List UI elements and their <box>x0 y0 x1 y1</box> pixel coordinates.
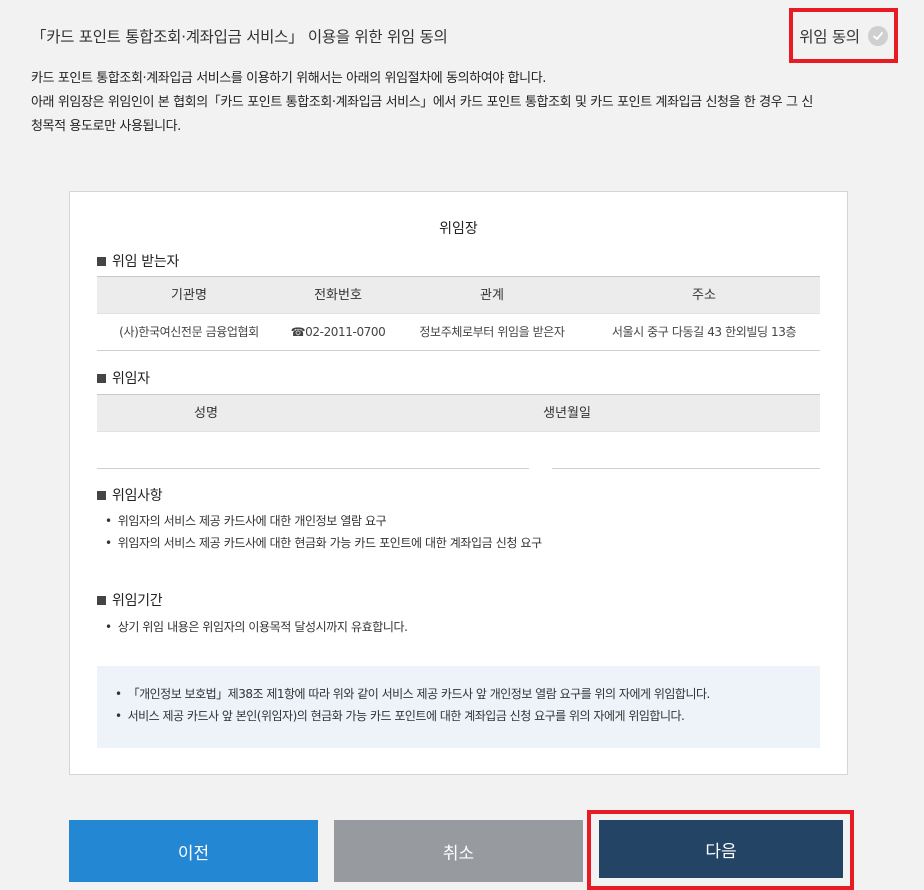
section-grantor-heading: 위임자 <box>97 368 150 388</box>
column-header: 생년월일 <box>543 406 591 421</box>
recipient-phone-number: 02-2011-0700 <box>305 325 386 339</box>
list-item: 위임자의 서비스 제공 카드사에 대한 현금화 가능 카드 포인트에 대한 계좌… <box>105 532 542 554</box>
page-title: 「카드 포인트 통합조회·계좌입금 서비스」 이용을 위한 위임 동의 <box>31 28 448 46</box>
section-grantor-heading-text: 위임자 <box>112 371 150 387</box>
power-of-attorney-document: 위임장 위임 받는자 기관명 전화번호 관계 주소 (사)한국여신전문 금융업협… <box>69 191 848 775</box>
list-item: 「개인정보 보호법」제38조 제1항에 따라 위와 같이 서비스 제공 카드사 … <box>115 683 820 705</box>
matters-list: 위임자의 서비스 제공 카드사에 대한 개인정보 열람 요구 위임자의 서비스 … <box>105 510 542 554</box>
recipient-org: (사)한국여신전문 금융업협회 <box>119 325 259 339</box>
description: 카드 포인트 통합조회·계좌입금 서비스를 이용하기 위해서는 아래의 위임절차… <box>31 67 813 139</box>
phone-icon: ☎ <box>290 325 306 339</box>
description-line: 청목적 용도로만 사용됩니다. <box>31 119 181 134</box>
recipient-phone: ☎02-2011-0700 <box>291 314 386 351</box>
cancel-button[interactable]: 취소 <box>334 820 583 882</box>
description-line: 아래 위임장은 위임인이 본 협회의「카드 포인트 통합조회·계좌입금 서비스」… <box>31 95 813 110</box>
next-button[interactable]: 다음 <box>599 820 843 878</box>
section-recipient-heading: 위임 받는자 <box>97 251 179 271</box>
section-period-heading: 위임기간 <box>97 590 163 610</box>
divider <box>97 468 529 469</box>
column-header: 성명 <box>194 406 218 421</box>
square-bullet-icon <box>97 595 106 605</box>
description-line: 카드 포인트 통합조회·계좌입금 서비스를 이용하기 위해서는 아래의 위임절차… <box>31 71 547 86</box>
grantor-table-header: 성명 생년월일 <box>97 394 820 432</box>
document-title: 위임장 <box>439 221 478 237</box>
column-header: 주소 <box>692 288 716 303</box>
section-period-heading-text: 위임기간 <box>112 593 163 609</box>
square-bullet-icon <box>97 490 106 500</box>
legal-notice: 「개인정보 보호법」제38조 제1항에 따라 위와 같이 서비스 제공 카드사 … <box>97 666 820 748</box>
recipient-address: 서울시 중구 다동길 43 한외빌딩 13층 <box>611 325 797 339</box>
period-list: 상기 위임 내용은 위임자의 이용목적 달성시까지 유효합니다. <box>105 616 408 638</box>
recipient-table-header: 기관명 전화번호 관계 주소 <box>97 276 820 314</box>
column-header: 전화번호 <box>314 288 362 303</box>
grantor-row <box>97 432 820 469</box>
section-matters-heading: 위임사항 <box>97 485 163 505</box>
table-row: (사)한국여신전문 금융업협회 ☎02-2011-0700 정보주체로부터 위임… <box>97 314 820 351</box>
delegation-agree-toggle[interactable]: 위임 동의 <box>789 8 898 63</box>
check-circle-icon[interactable] <box>867 25 888 46</box>
divider <box>552 468 820 469</box>
square-bullet-icon <box>97 373 106 383</box>
section-recipient-heading-text: 위임 받는자 <box>112 254 180 270</box>
list-item: 상기 위임 내용은 위임자의 이용목적 달성시까지 유효합니다. <box>105 616 408 638</box>
list-item: 위임자의 서비스 제공 카드사에 대한 개인정보 열람 요구 <box>105 510 542 532</box>
recipient-relation: 정보주체로부터 위임을 받은자 <box>419 325 565 339</box>
column-header: 기관명 <box>171 288 207 303</box>
column-header: 관계 <box>480 288 504 303</box>
list-item: 서비스 제공 카드사 앞 본인(위임자)의 현금화 가능 카드 포인트에 대한 … <box>115 705 820 727</box>
delegation-agree-label: 위임 동의 <box>799 27 860 46</box>
square-bullet-icon <box>97 256 106 266</box>
section-matters-heading-text: 위임사항 <box>112 488 163 504</box>
prev-button[interactable]: 이전 <box>69 820 318 882</box>
